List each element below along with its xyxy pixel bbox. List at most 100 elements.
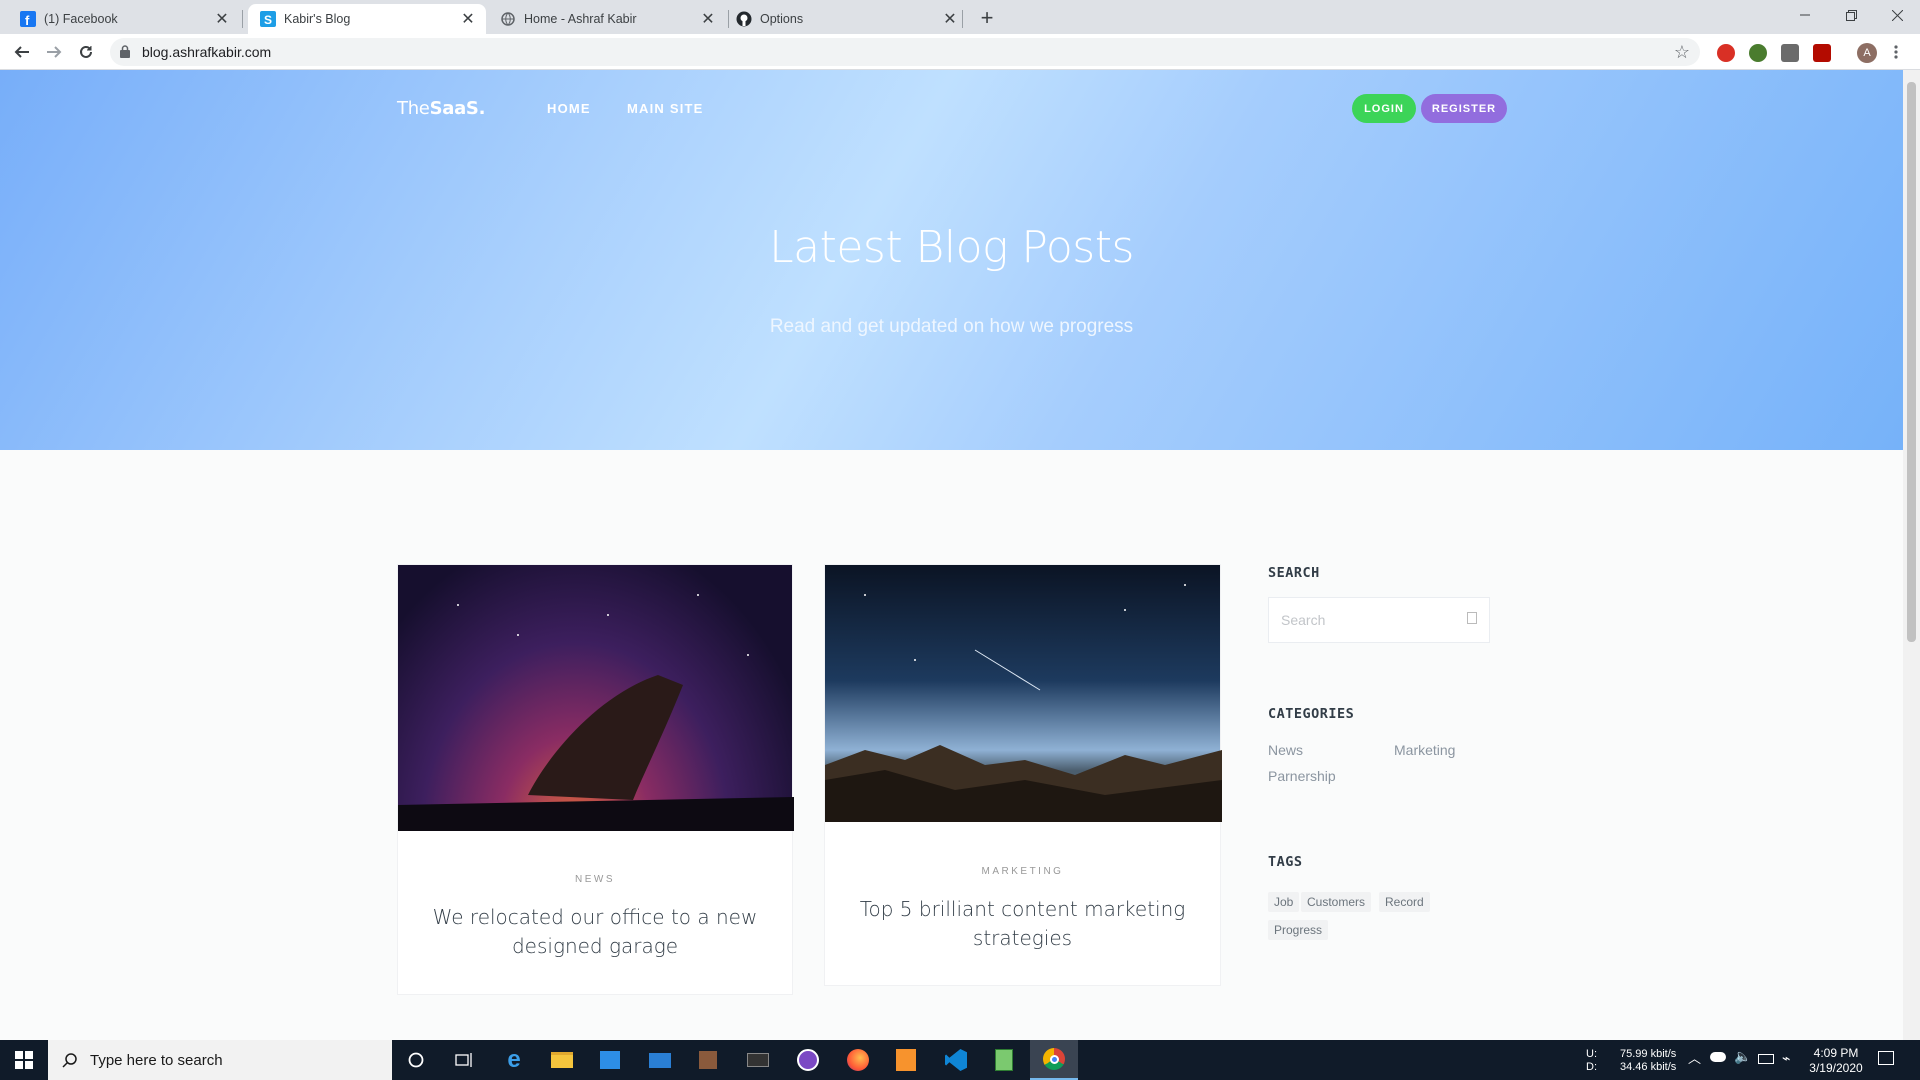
tag-record[interactable]: Record bbox=[1379, 892, 1430, 912]
page-scrollbar[interactable] bbox=[1903, 70, 1920, 1040]
minimize-button[interactable] bbox=[1782, 0, 1828, 30]
tab-close-icon[interactable]: ✕ bbox=[458, 9, 478, 29]
tag-progress[interactable]: Progress bbox=[1268, 920, 1329, 940]
taskbar-terminal[interactable] bbox=[734, 1040, 782, 1080]
tab-strip: f (1) Facebook ✕ S Kabir's Blog ✕ Home -… bbox=[0, 0, 1920, 34]
taskbar-chrome[interactable] bbox=[1030, 1040, 1078, 1080]
mountains-under-starry-sky-image[interactable] bbox=[825, 565, 1222, 822]
facebook-icon: f bbox=[20, 11, 36, 27]
bookmark-star-icon[interactable]: ☆ bbox=[1674, 42, 1690, 63]
nav-home-link[interactable]: HOME bbox=[547, 101, 591, 116]
boat-silhouette bbox=[398, 594, 794, 831]
pdf-extension-icon[interactable] bbox=[1813, 44, 1831, 62]
tab-separator bbox=[728, 10, 729, 28]
action-center-icon[interactable] bbox=[1878, 1051, 1894, 1065]
taskbar-vscode[interactable] bbox=[932, 1040, 980, 1080]
minimize-icon bbox=[1800, 14, 1810, 16]
search-submit-icon[interactable] bbox=[1467, 612, 1477, 624]
firefox-icon bbox=[847, 1049, 869, 1071]
tab-title: Kabir's Blog bbox=[284, 12, 351, 26]
speaker-icon[interactable]: 🔈 bbox=[1734, 1049, 1751, 1063]
globe-icon bbox=[500, 11, 516, 27]
tag-job[interactable]: Job bbox=[1268, 892, 1300, 912]
taskbar-search-box[interactable]: Type here to search bbox=[48, 1040, 392, 1080]
profile-avatar[interactable]: A bbox=[1857, 43, 1877, 63]
upload-speed: 75.99 kbit/s bbox=[1620, 1048, 1677, 1060]
search-icon bbox=[62, 1053, 77, 1068]
adblock-extension-icon[interactable] bbox=[1717, 44, 1735, 62]
blog-post-card[interactable]: NEWS We relocated our office to a new de… bbox=[397, 564, 794, 995]
tab-close-icon[interactable]: ✕ bbox=[212, 9, 232, 29]
onedrive-cloud-icon[interactable] bbox=[1710, 1052, 1726, 1062]
cortana-button[interactable] bbox=[392, 1040, 440, 1080]
battery-icon[interactable] bbox=[1758, 1054, 1774, 1064]
page-title: Latest Blog Posts bbox=[769, 222, 1134, 273]
url-text: blog.ashrafkabir.com bbox=[142, 44, 272, 60]
taskbar-file-explorer[interactable] bbox=[538, 1040, 586, 1080]
register-button[interactable]: REGISTER bbox=[1421, 94, 1507, 123]
tab-facebook[interactable]: f (1) Facebook ✕ bbox=[0, 4, 240, 34]
page-subtitle: Read and get updated on how we progress bbox=[769, 316, 1134, 337]
boat-under-milky-way-image[interactable] bbox=[398, 565, 794, 831]
task-view-button[interactable] bbox=[440, 1040, 488, 1080]
forward-button[interactable] bbox=[40, 38, 68, 66]
taskbar-notepad[interactable] bbox=[980, 1040, 1028, 1080]
reload-button[interactable] bbox=[72, 38, 100, 66]
restore-icon bbox=[1845, 9, 1857, 21]
clock-date: 3/19/2020 bbox=[1809, 1061, 1863, 1075]
post-category[interactable]: NEWS bbox=[398, 874, 792, 885]
hero-header: TheSaaS. HOME MAIN SITE LOGIN REGISTER L… bbox=[0, 70, 1903, 450]
tab-separator bbox=[962, 10, 963, 28]
tab-title: (1) Facebook bbox=[44, 12, 118, 26]
start-button[interactable] bbox=[0, 1040, 48, 1080]
menu-kebab-icon[interactable] bbox=[1894, 44, 1898, 60]
taskbar-sublime[interactable] bbox=[882, 1040, 930, 1080]
network-icon[interactable]: ⌁ bbox=[1782, 1051, 1790, 1065]
category-link-marketing[interactable]: Marketing bbox=[1394, 742, 1455, 758]
blog-post-card[interactable]: MARKETING Top 5 brilliant content market… bbox=[824, 564, 1222, 986]
download-speed: 34.46 kbit/s bbox=[1620, 1061, 1677, 1073]
mail-icon bbox=[649, 1052, 671, 1068]
tab-close-icon[interactable]: ✕ bbox=[940, 9, 960, 29]
categories-heading: CATEGORIES bbox=[1268, 706, 1355, 722]
globe-extension-icon[interactable] bbox=[1749, 44, 1767, 62]
category-link-news[interactable]: News bbox=[1268, 742, 1303, 758]
github-icon bbox=[736, 11, 752, 27]
tab-close-icon[interactable]: ✕ bbox=[698, 9, 718, 29]
search-placeholder: Search bbox=[1281, 612, 1326, 628]
post-title[interactable]: Top 5 brilliant content marketing strate… bbox=[845, 895, 1200, 953]
notepad-icon bbox=[995, 1049, 1013, 1071]
tab-title: Home - Ashraf Kabir bbox=[524, 12, 637, 26]
tags-heading: TAGS bbox=[1268, 854, 1303, 870]
taskbar-app[interactable] bbox=[684, 1040, 732, 1080]
logo-text-light: The bbox=[397, 98, 430, 119]
new-tab-button[interactable]: + bbox=[975, 5, 999, 30]
category-link-partnership[interactable]: Parnership bbox=[1268, 768, 1336, 784]
tab-home-ashraf-kabir[interactable]: Home - Ashraf Kabir ✕ bbox=[488, 4, 726, 34]
post-category[interactable]: MARKETING bbox=[825, 866, 1220, 877]
taskbar-firefox[interactable] bbox=[834, 1040, 882, 1080]
scrollbar-thumb[interactable] bbox=[1907, 82, 1916, 642]
back-button[interactable] bbox=[8, 38, 36, 66]
plus-icon: + bbox=[980, 5, 994, 30]
tab-kabirs-blog[interactable]: S Kabir's Blog ✕ bbox=[248, 4, 486, 34]
tab-options[interactable]: Options ✕ bbox=[730, 4, 968, 34]
close-window-button[interactable] bbox=[1874, 0, 1920, 30]
post-title[interactable]: We relocated our office to a new designe… bbox=[418, 903, 772, 961]
search-heading: SEARCH bbox=[1268, 565, 1320, 581]
chevron-up-icon[interactable]: ︿ bbox=[1688, 1052, 1701, 1065]
search-input[interactable]: Search bbox=[1268, 597, 1490, 643]
taskbar-mail[interactable] bbox=[636, 1040, 684, 1080]
taskbar-store[interactable] bbox=[586, 1040, 634, 1080]
facebook-extension-icon[interactable] bbox=[1781, 44, 1799, 62]
restore-button[interactable] bbox=[1828, 0, 1874, 30]
taskbar-app-purple[interactable] bbox=[784, 1040, 832, 1080]
site-logo[interactable]: TheSaaS. bbox=[397, 98, 485, 119]
tag-customers[interactable]: Customers bbox=[1301, 892, 1372, 912]
nav-main-site-link[interactable]: MAIN SITE bbox=[627, 101, 704, 116]
address-bar[interactable]: blog.ashrafkabir.com ☆ bbox=[110, 38, 1700, 66]
clock[interactable]: 4:09 PM 3/19/2020 bbox=[1806, 1046, 1866, 1076]
upload-label: U: bbox=[1586, 1048, 1597, 1060]
login-button[interactable]: LOGIN bbox=[1352, 94, 1416, 123]
taskbar-edge[interactable]: e bbox=[490, 1040, 538, 1080]
